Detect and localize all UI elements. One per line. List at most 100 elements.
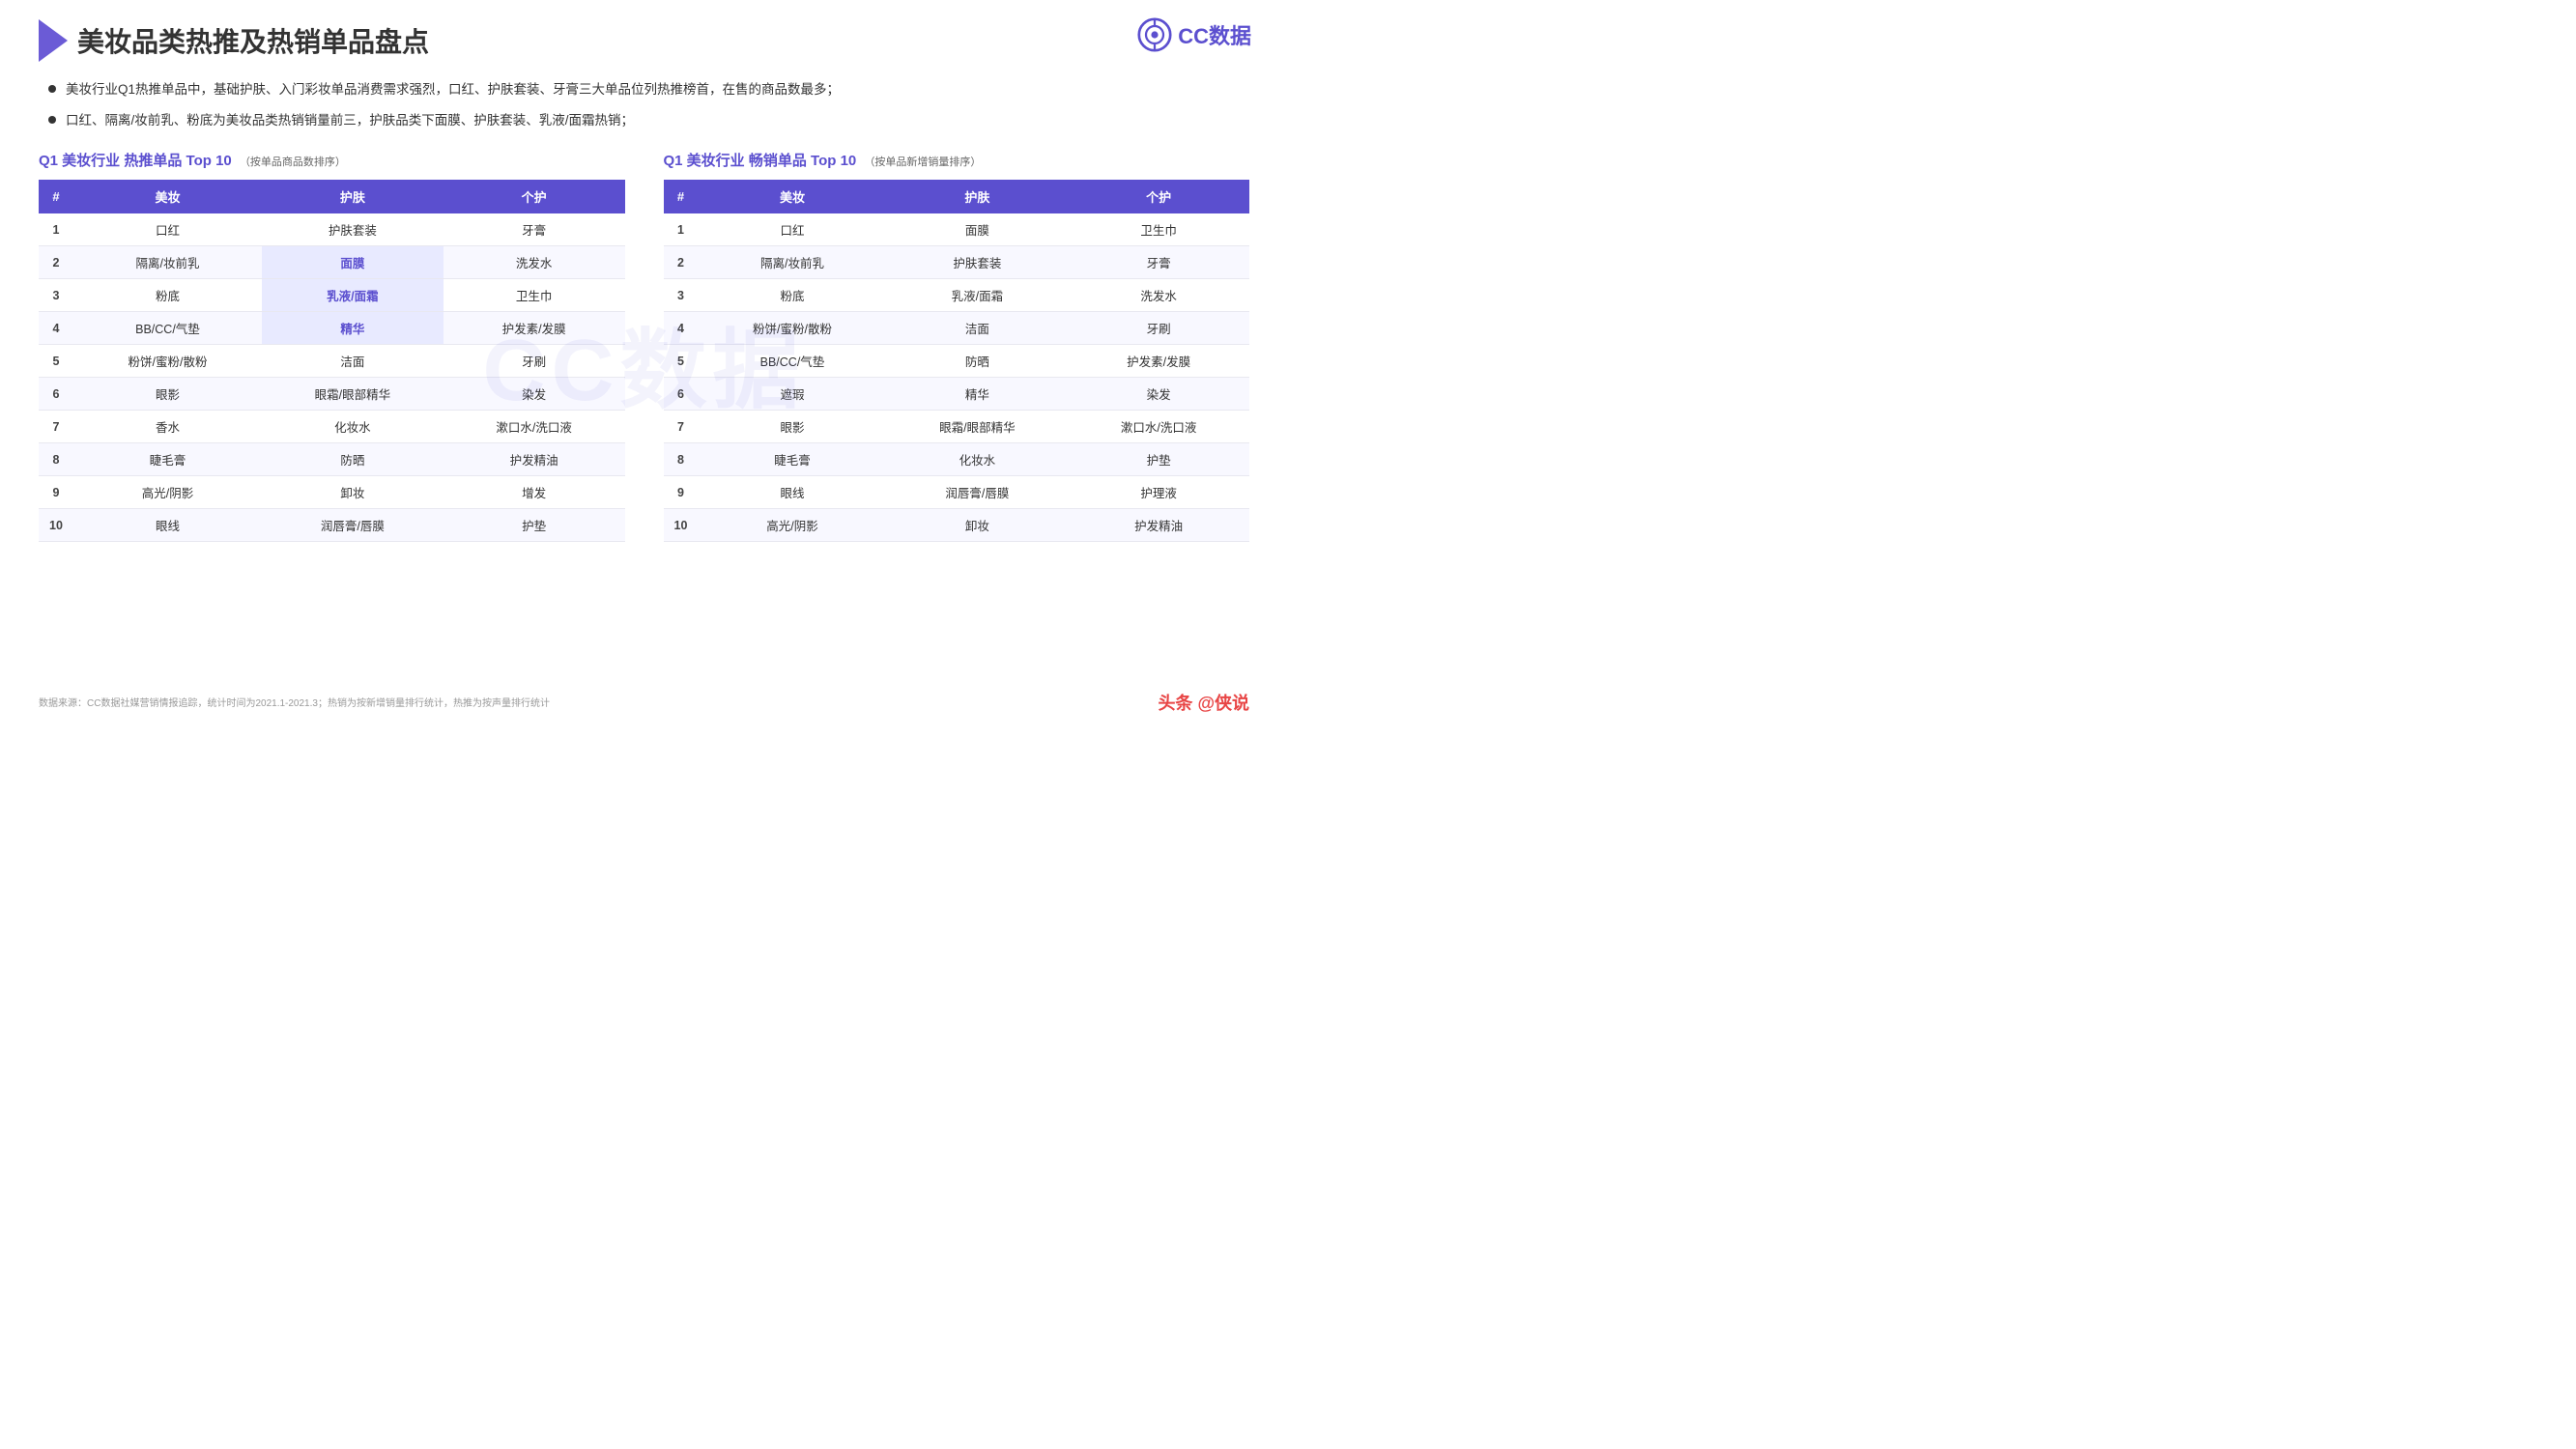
table1-col-skincare: 护肤 — [262, 180, 444, 213]
personal-cell: 护垫 — [1068, 443, 1249, 476]
table-hot-sell: Q1 美妆行业 畅销单品 Top 10 （按单品新增销量排序） # 美妆 护肤 … — [664, 150, 1250, 542]
personal-cell: 增发 — [444, 476, 625, 509]
table-row: 2隔离/妆前乳面膜洗发水 — [39, 246, 625, 279]
skincare-cell: 防晒 — [886, 345, 1068, 378]
bullets-section: 美妆行业Q1热推单品中，基础护肤、入门彩妆单品消费需求强烈，口红、护肤套装、牙膏… — [48, 79, 1249, 130]
logo-text: CC数据 — [1178, 19, 1251, 50]
makeup-cell: 粉饼/蜜粉/散粉 — [699, 312, 887, 345]
rank-cell: 10 — [39, 509, 73, 542]
table2-col-skincare: 护肤 — [886, 180, 1068, 213]
bullet-dot-2 — [48, 116, 56, 124]
rank-cell: 6 — [39, 378, 73, 411]
personal-cell: 护发精油 — [1068, 509, 1249, 542]
rank-cell: 10 — [664, 509, 699, 542]
rank-cell: 4 — [664, 312, 699, 345]
makeup-cell: 眼线 — [73, 509, 262, 542]
makeup-cell: 隔离/妆前乳 — [699, 246, 887, 279]
makeup-cell: 香水 — [73, 411, 262, 443]
table1: # 美妆 护肤 个护 1口红护肤套装牙膏2隔离/妆前乳面膜洗发水3粉底乳液/面霜… — [39, 180, 625, 542]
table-hot-push: Q1 美妆行业 热推单品 Top 10 （按单品商品数排序） # 美妆 护肤 个… — [39, 150, 625, 542]
personal-cell: 漱口水/洗口液 — [1068, 411, 1249, 443]
table-row: 9高光/阴影卸妆增发 — [39, 476, 625, 509]
personal-cell: 护理液 — [1068, 476, 1249, 509]
bullet-2: 口红、隔离/妆前乳、粉底为美妆品类热销销量前三，护肤品类下面膜、护肤套装、乳液/… — [48, 110, 1249, 131]
rank-cell: 3 — [664, 279, 699, 312]
bullet-dot-1 — [48, 85, 56, 93]
table1-col-rank: # — [39, 180, 73, 213]
table-row: 7眼影眼霜/眼部精华漱口水/洗口液 — [664, 411, 1250, 443]
bullet-1: 美妆行业Q1热推单品中，基础护肤、入门彩妆单品消费需求强烈，口红、护肤套装、牙膏… — [48, 79, 1249, 100]
rank-cell: 5 — [664, 345, 699, 378]
rank-cell: 3 — [39, 279, 73, 312]
makeup-cell: 粉底 — [699, 279, 887, 312]
personal-cell: 牙刷 — [1068, 312, 1249, 345]
rank-cell: 2 — [39, 246, 73, 279]
table-row: 4粉饼/蜜粉/散粉洁面牙刷 — [664, 312, 1250, 345]
table1-title: Q1 美妆行业 热推单品 Top 10 （按单品商品数排序） — [39, 150, 625, 170]
table1-col-personal: 个护 — [444, 180, 625, 213]
skincare-cell: 眼霜/眼部精华 — [886, 411, 1068, 443]
logo: CC数据 — [1137, 17, 1251, 52]
rank-cell: 8 — [664, 443, 699, 476]
skincare-cell: 精华 — [262, 312, 444, 345]
page-header: 美妆品类热推及热销单品盘点 — [39, 19, 1249, 62]
table-row: 7香水化妆水漱口水/洗口液 — [39, 411, 625, 443]
rank-cell: 5 — [39, 345, 73, 378]
personal-cell: 漱口水/洗口液 — [444, 411, 625, 443]
rank-cell: 6 — [664, 378, 699, 411]
personal-cell: 牙膏 — [1068, 246, 1249, 279]
skincare-cell: 护肤套装 — [886, 246, 1068, 279]
table-row: 5BB/CC/气垫防晒护发素/发膜 — [664, 345, 1250, 378]
personal-cell: 护垫 — [444, 509, 625, 542]
makeup-cell: 遮瑕 — [699, 378, 887, 411]
skincare-cell: 卸妆 — [886, 509, 1068, 542]
table-row: 3粉底乳液/面霜洗发水 — [664, 279, 1250, 312]
table-row: 10眼线润唇膏/唇膜护垫 — [39, 509, 625, 542]
makeup-cell: 睫毛膏 — [699, 443, 887, 476]
personal-cell: 牙膏 — [444, 213, 625, 246]
personal-cell: 洗发水 — [444, 246, 625, 279]
table2: # 美妆 护肤 个护 1口红面膜卫生巾2隔离/妆前乳护肤套装牙膏3粉底乳液/面霜… — [664, 180, 1250, 542]
makeup-cell: BB/CC/气垫 — [699, 345, 887, 378]
skincare-cell: 面膜 — [886, 213, 1068, 246]
table-row: 6遮瑕精华染发 — [664, 378, 1250, 411]
table-row: 6眼影眼霜/眼部精华染发 — [39, 378, 625, 411]
skincare-cell: 防晒 — [262, 443, 444, 476]
skincare-cell: 面膜 — [262, 246, 444, 279]
rank-cell: 7 — [39, 411, 73, 443]
makeup-cell: 隔离/妆前乳 — [73, 246, 262, 279]
tables-section: Q1 美妆行业 热推单品 Top 10 （按单品商品数排序） # 美妆 护肤 个… — [39, 150, 1249, 542]
makeup-cell: 口红 — [699, 213, 887, 246]
table-row: 10高光/阴影卸妆护发精油 — [664, 509, 1250, 542]
skincare-cell: 乳液/面霜 — [262, 279, 444, 312]
footer-brand: 头条 @侠说 — [1158, 690, 1249, 715]
personal-cell: 卫生巾 — [1068, 213, 1249, 246]
footer-source: 数据来源：CC数据社媒营销情报追踪，统计时间为2021.1-2021.3；热销为… — [39, 695, 550, 709]
makeup-cell: BB/CC/气垫 — [73, 312, 262, 345]
skincare-cell: 卸妆 — [262, 476, 444, 509]
table-row: 4BB/CC/气垫精华护发素/发膜 — [39, 312, 625, 345]
rank-cell: 8 — [39, 443, 73, 476]
personal-cell: 护发素/发膜 — [1068, 345, 1249, 378]
personal-cell: 护发素/发膜 — [444, 312, 625, 345]
table-row: 1口红面膜卫生巾 — [664, 213, 1250, 246]
rank-cell: 1 — [39, 213, 73, 246]
skincare-cell: 润唇膏/唇膜 — [262, 509, 444, 542]
table1-header-row: # 美妆 护肤 个护 — [39, 180, 625, 213]
title-arrow-icon — [39, 19, 68, 62]
skincare-cell: 乳液/面霜 — [886, 279, 1068, 312]
skincare-cell: 洁面 — [886, 312, 1068, 345]
table2-col-personal: 个护 — [1068, 180, 1249, 213]
skincare-cell: 眼霜/眼部精华 — [262, 378, 444, 411]
makeup-cell: 眼线 — [699, 476, 887, 509]
skincare-cell: 护肤套装 — [262, 213, 444, 246]
table-row: 3粉底乳液/面霜卫生巾 — [39, 279, 625, 312]
makeup-cell: 眼影 — [73, 378, 262, 411]
personal-cell: 染发 — [1068, 378, 1249, 411]
personal-cell: 护发精油 — [444, 443, 625, 476]
makeup-cell: 粉饼/蜜粉/散粉 — [73, 345, 262, 378]
cc-logo-icon — [1137, 17, 1172, 52]
skincare-cell: 化妆水 — [262, 411, 444, 443]
personal-cell: 卫生巾 — [444, 279, 625, 312]
page-title: 美妆品类热推及热销单品盘点 — [77, 21, 429, 60]
